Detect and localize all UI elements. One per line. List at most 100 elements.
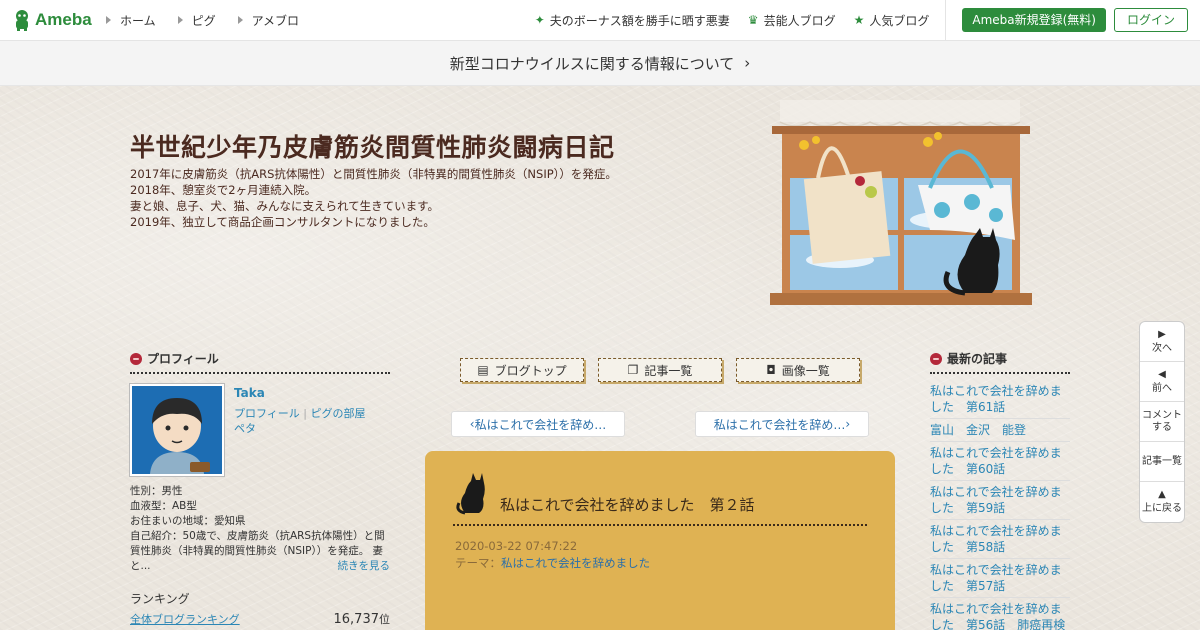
profile-details: 性別：男性 血液型：AB型 お住まいの地域：愛知県 自己紹介：50歳で、皮膚筋炎… [130,484,390,574]
recent-item[interactable]: 富山 金沢 能登 [930,419,1070,442]
side-list-label: 記事一覧 [1142,455,1182,467]
theme-link[interactable]: 私はこれで会社を辞めました [501,556,650,570]
nav-home[interactable]: ホーム [106,12,156,29]
side-top-button[interactable]: ▲ 上に戻る [1140,482,1184,522]
article-date: 2020-03-22 07:47:22 [455,539,578,553]
nav-home-label: ホーム [120,13,156,28]
star-icon: ★ [853,13,865,27]
trending-link[interactable]: ✦ 夫のボーナス額を勝手に晒す悪妻 [535,12,730,29]
covid-notice-banner[interactable]: 新型コロナウイルスに関する情報について › [0,41,1200,86]
triangle-right-icon [106,16,111,24]
blog-description-line: 妻と娘、息子、犬、猫、みんなに支えられて生きています。 [130,199,440,213]
profile-link[interactable]: プロフィール [234,407,300,420]
camera-icon: ◘ [766,363,776,377]
next-entry-button[interactable]: 私はこれで会社を辞め… › [695,411,869,437]
nav-pigg-label: ピグ [191,13,216,28]
triangle-right-icon [237,16,243,24]
blog-description-line: 2019年、独立して商品企画コンサルタントになりました。 [130,215,435,229]
avatar-illustration [132,386,222,474]
triangle-left-icon: ◀ [1158,368,1166,380]
side-comment-button[interactable]: コメントする [1140,402,1184,442]
article-theme: テーマ：私はこれで会社を辞めました [455,555,650,571]
ameba-logo[interactable]: Ameba [12,8,92,32]
crown-icon: ♛ [747,13,759,27]
article-title-rule [453,524,867,526]
ranking-heading: ランキング [130,592,190,606]
cat-icon [456,473,485,515]
recent-item[interactable]: 私はこれで会社を辞めました 第57話 [930,559,1070,598]
global-header: Ameba ホーム ピグ アメブロ ✦ 夫のボーナス額を勝手に晒す悪妻 ♛ 芸能人ブ… [0,0,1200,41]
document-icon: ▤ [477,363,489,377]
recent-heading: 最新の記事 [930,350,1070,374]
side-list-button[interactable]: 記事一覧 [1140,442,1184,482]
pigg-room-link[interactable]: ピグの部屋 [311,407,366,420]
header-right: ✦ 夫のボーナス額を勝手に晒す悪妻 ♛ 芸能人ブログ ★ 人気ブログ Ameba新規登… [535,0,1200,40]
avatar[interactable] [130,384,224,476]
ranking-value: 16,737 [333,612,380,627]
notice-text: 新型コロナウイルスに関する情報について [449,54,735,73]
popular-blog-label: 人気ブログ [869,13,930,28]
blog-description-line: 2017年に皮膚筋炎（抗ARS抗体陽性）と間質性肺炎（非特異的間質性肺炎（NSI… [130,167,617,181]
logo-text: Ameba [35,10,92,29]
nav-ameblo[interactable]: アメブロ [237,12,300,29]
recent-item[interactable]: 私はこれで会社を辞めました 第60話 [930,442,1070,481]
nav-pigg[interactable]: ピグ [177,12,216,29]
article-card: 私はこれで会社を辞めました 第２話 2020-03-22 07:47:22 テー… [425,451,895,630]
prev-entry-button[interactable]: ‹ 私はこれで会社を辞め… [451,411,625,437]
login-button[interactable]: ログイン [1113,8,1188,32]
register-button[interactable]: Ameba新規登録(無料) [962,8,1106,32]
tab-entry-list[interactable]: ❐ 記事一覧 [598,358,722,382]
tab-image-list[interactable]: ◘ 画像一覧 [736,358,860,382]
peta-link[interactable]: ペタ [234,422,256,435]
global-nav: ホーム ピグ アメブロ [106,0,321,40]
floating-side-nav: ▶ 次へ ◀ 前へ コメントする 記事一覧 ▲ 上に戻る [1139,321,1185,523]
tab-blog-top[interactable]: ▤ ブログトップ [460,358,584,382]
celebrity-blog-link[interactable]: ♛ 芸能人ブログ [748,12,836,29]
tab-entry-list-label: 記事一覧 [644,363,693,378]
celebrity-blog-label: 芸能人ブログ [763,13,836,28]
side-next-label: 次へ [1152,342,1172,354]
ranking-link[interactable]: 全体ブログランキング [130,611,240,627]
window-cat-illustration [770,100,1032,305]
header-divider [945,0,947,40]
profile-heading-text: プロフィール [147,352,219,366]
chevron-right-icon: › [845,417,851,431]
ameba-badge-icon [130,352,142,365]
triangle-up-icon: ▲ [1158,489,1166,500]
article-title[interactable]: 私はこれで会社を辞めました 第２話 [500,494,755,515]
ranking-row: 全体ブログランキング 16,737位 [130,611,390,627]
read-more-link[interactable]: 続きを見る [338,559,391,574]
recent-item[interactable]: 私はこれで会社を辞めました 第58話 [930,520,1070,559]
blog-title[interactable]: 半世紀少年乃皮膚筋炎間質性肺炎闘病日記 [130,128,615,164]
prev-entry-label: 私はこれで会社を辞め… [474,417,607,432]
nav-ameblo-label: アメブロ [251,13,300,28]
recent-entries: 最新の記事 私はこれで会社を辞めました 第61話 富山 金沢 能登 私はこれで会… [930,350,1070,630]
profile-name[interactable]: Taka [234,386,366,400]
theme-label: テーマ： [455,556,501,570]
profile-blood: 血液型：AB型 [130,500,197,512]
recent-item[interactable]: 私はこれで会社を辞めました 第61話 [930,380,1070,419]
sparkle-icon: ✦ [534,13,545,27]
side-comment-label: コメントする [1142,409,1182,433]
recent-list: 私はこれで会社を辞めました 第61話 富山 金沢 能登 私はこれで会社を辞めまし… [930,380,1070,630]
chevron-right-icon: › [744,54,751,72]
tab-image-list-label: 画像一覧 [781,363,830,378]
next-entry-label: 私はこれで会社を辞め… [713,417,846,432]
side-next-button[interactable]: ▶ 次へ [1140,322,1184,362]
triangle-right-icon [177,16,183,24]
profile-area: お住まいの地域：愛知県 [130,515,246,527]
recent-heading-text: 最新の記事 [947,352,1008,366]
profile-section: プロフィール Taka プロフィール | ピグの部屋 ペタ 性別：男性 血液型：… [130,350,390,627]
blog-tabs: ▤ ブログトップ ❐ 記事一覧 ◘ 画像一覧 [460,358,874,382]
tab-blog-top-label: ブログトップ [494,363,567,378]
triangle-right-icon: ▶ [1158,328,1166,340]
profile-intro: 自己紹介：50歳で、皮膚筋炎（抗ARS抗体陽性）と間質性肺炎（非特異的間質性肺炎… [130,529,390,574]
recent-item[interactable]: 私はこれで会社を辞めました 第56話 肺癌再検 [930,598,1070,630]
recent-item[interactable]: 私はこれで会社を辞めました 第59話 [930,481,1070,520]
profile-heading: プロフィール [130,350,390,374]
side-prev-label: 前へ [1152,382,1172,394]
blog-description-line: 2018年、憩室炎で2ヶ月連続入院。 [130,183,317,197]
ameba-mascot-icon [16,10,28,31]
side-prev-button[interactable]: ◀ 前へ [1140,362,1184,402]
popular-blog-link[interactable]: ★ 人気ブログ [854,12,930,29]
